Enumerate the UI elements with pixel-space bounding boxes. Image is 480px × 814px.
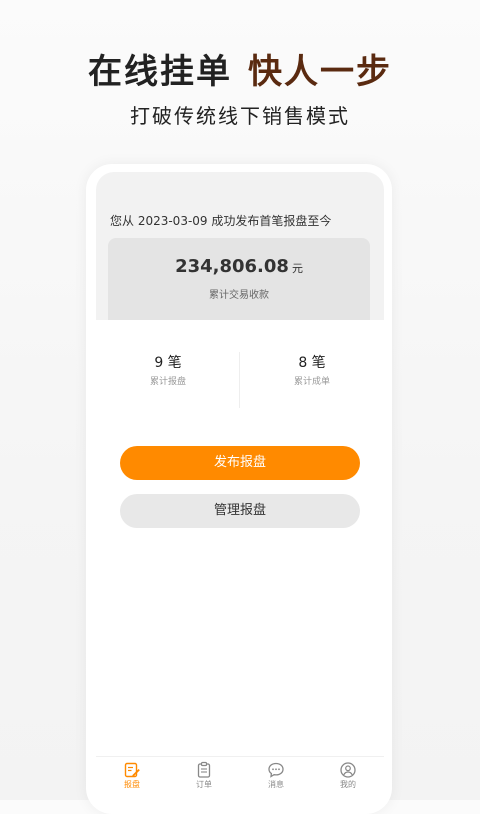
chat-bubble-icon: [268, 762, 284, 778]
stat-orders: 8 笔 累计成单: [240, 352, 384, 390]
promo-headline: 在线挂单 快人一步: [0, 46, 480, 98]
edit-document-icon: [124, 762, 140, 778]
amount-label: 累计交易收款: [209, 290, 269, 301]
revenue-card: 234,806.08 元 累计交易收款: [108, 238, 370, 320]
tab-profile[interactable]: 我的: [312, 757, 384, 800]
amount-row: 234,806.08 元: [108, 256, 370, 277]
tab-profile-label: 我的: [340, 780, 356, 789]
stat-orders-value: 8 笔: [298, 355, 326, 371]
stats-row: 9 笔 累计报盘 8 笔 累计成单: [96, 348, 384, 412]
first-publish-text: 您从 2023-03-09 成功发布首笔报盘至今: [110, 214, 332, 228]
summary-section: 您从 2023-03-09 成功发布首笔报盘至今 234,806.08 元 累计交…: [96, 172, 384, 320]
stat-orders-label: 累计成单: [293, 377, 330, 387]
tab-orders[interactable]: 订单: [168, 757, 240, 800]
tab-messages-label: 消息: [268, 780, 284, 789]
headline-part-1: 在线挂单: [88, 52, 232, 92]
tab-offers-label: 报盘: [124, 780, 140, 789]
total-amount: 234,806.08: [175, 256, 289, 277]
stat-offers-label: 累计报盘: [149, 377, 186, 387]
tab-orders-label: 订单: [196, 780, 212, 789]
manage-offers-button[interactable]: 管理报盘: [120, 494, 360, 528]
user-profile-icon: [340, 762, 356, 778]
stat-offers-value: 9 笔: [154, 355, 182, 371]
amount-unit: 元: [291, 262, 303, 275]
clipboard-icon: [197, 761, 211, 778]
publish-offer-button[interactable]: 发布报盘: [120, 446, 360, 480]
headline-part-2: 快人一步: [248, 52, 392, 92]
tab-offers[interactable]: 报盘: [96, 757, 168, 800]
app-screen: 您从 2023-03-09 成功发布首笔报盘至今 234,806.08 元 累计交…: [96, 172, 384, 800]
tab-messages[interactable]: 消息: [240, 757, 312, 800]
bottom-tab-bar: 报盘 订单 消息 我的: [96, 756, 384, 800]
promo-subheadline: 打破传统线下销售模式: [130, 104, 350, 128]
stat-offers: 9 笔 累计报盘: [96, 352, 240, 390]
